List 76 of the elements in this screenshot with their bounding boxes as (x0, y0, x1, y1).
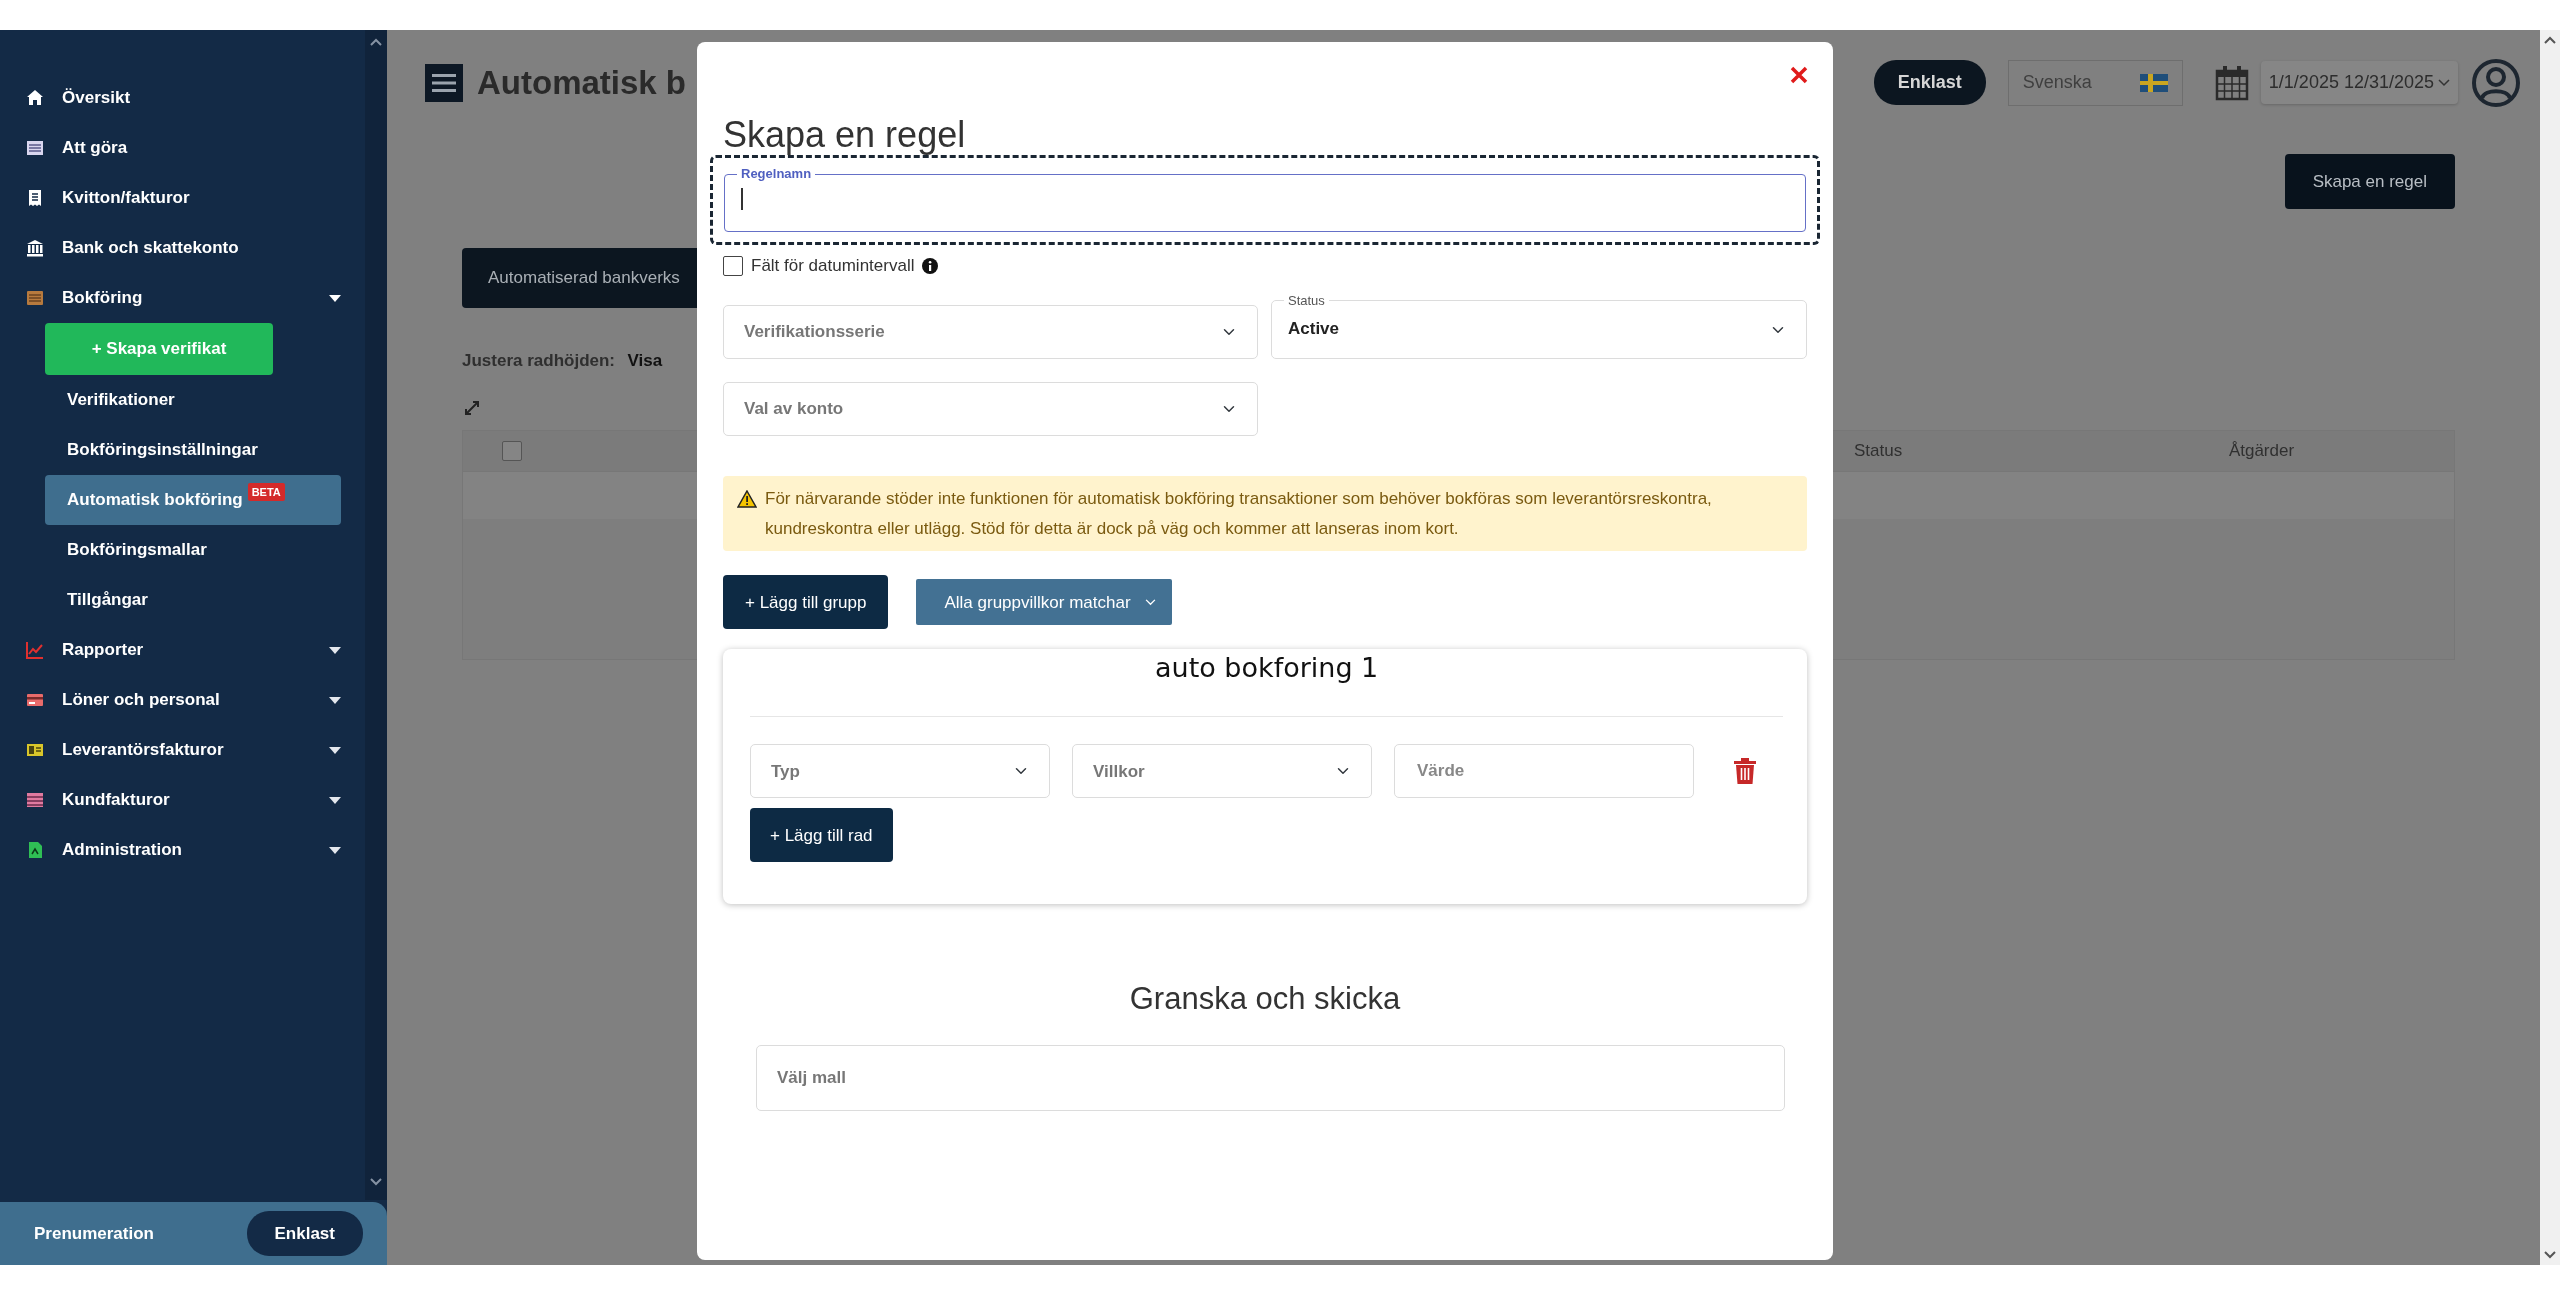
column-header: Åtgärder (2227, 439, 2296, 462)
menu-icon (432, 72, 456, 93)
caret-icon (1144, 598, 1156, 606)
nav-link[interactable]: Tillgångar (45, 575, 341, 625)
match-select[interactable]: Alla gruppvillkor matchar (916, 579, 1172, 626)
nav-link[interactable]: Kundfakturor (0, 775, 365, 825)
checkbox[interactable] (502, 440, 522, 461)
nav-link[interactable]: Bank och skattekonto (0, 223, 365, 273)
nav-link[interactable]: Bokföring (0, 273, 365, 323)
type-select[interactable]: Typ (750, 744, 1050, 799)
plan-button[interactable]: Enklast (1873, 60, 1986, 106)
annotation-text: auto bokforing 1 (1155, 654, 1379, 681)
nav-link[interactable]: Verifikationer (45, 375, 341, 425)
document-icon (26, 841, 44, 859)
warning-icon (737, 489, 757, 508)
subscription-label: Prenumeration (34, 1222, 154, 1245)
list-icon (26, 791, 44, 809)
flag-icon (2139, 73, 2168, 92)
nav-link[interactable]: Automatisk bokföring BETA (45, 475, 341, 525)
row-height-label: Justera radhöjden: (462, 351, 616, 370)
column-header: Status (1853, 439, 1904, 462)
template-select[interactable]: Välj mall (756, 1044, 1785, 1111)
house-icon (26, 89, 44, 107)
section-title: Granska och skicka (1128, 980, 1402, 1019)
checkbox-label: Fält för datumintervall (751, 255, 915, 278)
nav-link[interactable]: Bokföringsmallar (45, 525, 341, 575)
nav-link[interactable]: Kvitton/fakturor (0, 173, 365, 223)
trash-icon[interactable] (1734, 758, 1756, 785)
nav-link[interactable]: Administration (0, 825, 365, 875)
dialog-title: Skapa en regel (723, 114, 966, 156)
caret-icon (329, 646, 341, 654)
nav-link[interactable]: Översikt (0, 73, 365, 123)
nav-link[interactable]: Löner och personal (0, 675, 365, 725)
nav-link[interactable]: Att göra (0, 123, 365, 173)
scroll-down-icon[interactable] (2544, 1251, 2556, 1259)
nav-link[interactable]: Rapporter (0, 625, 365, 675)
caret-icon (329, 696, 341, 704)
nav-link[interactable]: Bokföringsinställningar (45, 425, 341, 475)
receipt-icon (26, 189, 44, 207)
avatar-icon[interactable] (2472, 58, 2520, 107)
warning-text: För närvarande stöder inte funktionen för automatisk bokföring transaktioner som behöver bokföras som leverantörsreskontra, kundreskontra eller utlägg. Stöd för detta är dock på väg och kommer att lanseras inom kort. (765, 487, 1713, 540)
card-icon (26, 691, 44, 709)
menu-button[interactable] (425, 63, 463, 102)
account-select[interactable]: Val av konto (723, 381, 1258, 436)
calendar-icon[interactable] (2214, 64, 2249, 101)
nav-link[interactable]: Leverantörsfakturor (0, 725, 365, 775)
chart-icon (26, 641, 44, 659)
create-rule-button[interactable]: Skapa en regel (2284, 153, 2455, 209)
condition-select[interactable]: Villkor (1072, 744, 1372, 799)
value-field[interactable]: Värde (1394, 744, 1694, 799)
checkbox[interactable] (723, 256, 743, 277)
scroll-up-icon[interactable] (2544, 36, 2556, 44)
scroll-up-icon[interactable] (370, 38, 382, 46)
id-card-icon (26, 741, 44, 759)
caret-icon (329, 846, 341, 854)
expand-icon[interactable] (464, 399, 480, 416)
plan-button[interactable]: Enklast (246, 1210, 363, 1257)
caret-icon (329, 746, 341, 754)
bank-icon (26, 239, 44, 257)
close-icon (1789, 64, 1809, 85)
add-group-button[interactable]: + Lägg till grupp (723, 575, 889, 630)
scroll-down-icon[interactable] (370, 1178, 382, 1186)
caret-icon (2438, 78, 2450, 87)
list-icon (26, 139, 44, 157)
date-range-select[interactable]: 1/1/2025 12/31/2025 (2260, 61, 2458, 105)
ledger-icon (26, 289, 44, 307)
info-icon[interactable] (922, 258, 939, 275)
series-select[interactable]: Verifikationsserie (723, 304, 1258, 359)
add-row-button[interactable]: + Lägg till rad (750, 808, 893, 863)
caret-icon (329, 796, 341, 804)
caret-icon (329, 294, 341, 302)
rule-name-field[interactable]: Regelnamn (724, 166, 1806, 233)
beta-badge: BETA (247, 482, 285, 502)
tab[interactable]: Automatiserad bankverks (462, 248, 698, 308)
row-height-option[interactable]: Visa (627, 351, 663, 370)
page-title: Automatisk b (477, 63, 687, 103)
